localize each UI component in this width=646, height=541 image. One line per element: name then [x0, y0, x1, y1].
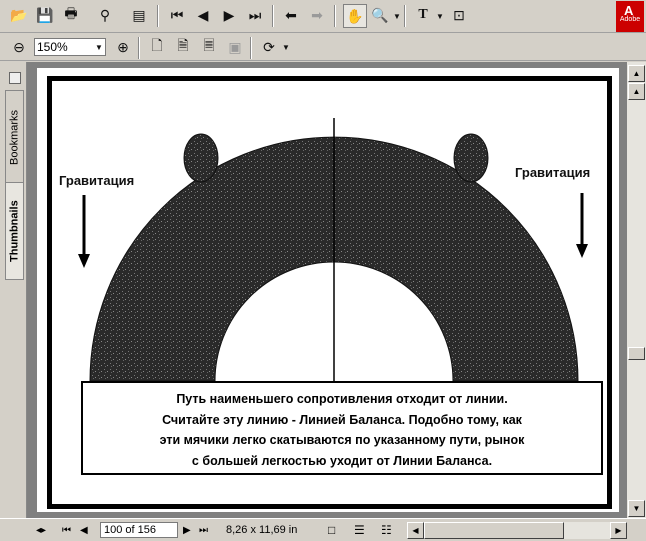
tab-bookmarks[interactable]: Bookmarks: [5, 90, 24, 184]
zoom-tool-dropdown-icon[interactable]: ▼: [393, 12, 401, 21]
zoom-out-icon[interactable]: ⊖: [8, 36, 30, 58]
horizontal-scrollbar[interactable]: ◀ ▶: [407, 522, 627, 539]
facing-layout-icon[interactable]: ☷: [381, 523, 392, 537]
caption-line: Считайте эту линию - Линией Баланса. Под…: [162, 412, 522, 427]
tab-thumbnails[interactable]: Thumbnails: [5, 182, 24, 280]
status-last-page-icon[interactable]: ⏭: [199, 523, 208, 537]
navigation-panel-tabs: Bookmarks Thumbnails: [0, 62, 27, 518]
vertical-scrollbar[interactable]: ▲ ▲ ▼: [627, 62, 646, 518]
right-arrow: [576, 193, 588, 258]
continuous-layout-icon[interactable]: ☰: [354, 523, 365, 537]
status-bar: ◂▸ ⏮ ◀ 100 of 156 ▶ ⏭ 8,26 x 11,69 in □ …: [0, 518, 646, 541]
go-back-icon[interactable]: ⬅: [280, 4, 302, 26]
toolbar-separator: [250, 37, 252, 59]
left-arrow: [78, 195, 90, 268]
zoom-in-icon[interactable]: ⊕: [112, 36, 134, 58]
next-page-icon[interactable]: ▶: [218, 4, 240, 26]
toolbar-separator: [404, 5, 406, 27]
previous-page-icon[interactable]: ◀: [192, 4, 214, 26]
status-previous-page-icon[interactable]: ◀: [80, 523, 88, 537]
select-tool-dropdown-icon[interactable]: ▼: [436, 12, 444, 21]
last-page-icon[interactable]: ⏭: [244, 4, 266, 26]
left-ball: [183, 133, 219, 183]
horizontal-scroll-thumb[interactable]: [424, 522, 564, 539]
scroll-left-arrow-icon[interactable]: ◀: [407, 522, 424, 539]
document-view[interactable]: Гравитация Гравитация Путь наименьшего с…: [27, 62, 627, 518]
right-ball: [453, 133, 489, 183]
find-binoculars-icon[interactable]: ⚲: [94, 4, 116, 26]
zoom-in-tool-icon[interactable]: 🔍: [369, 4, 391, 26]
show-hide-navigation-icon[interactable]: ▤: [128, 4, 150, 26]
adobe-a-icon: A: [624, 3, 634, 18]
rotate-dropdown-icon[interactable]: ▼: [282, 43, 290, 52]
previous-page-arrow-icon[interactable]: ▲: [628, 83, 645, 100]
view-toolbar: ⊖ 150% ▼ ⊕ 🗋 🗎 🗏 ▣ ⟳ ▼: [0, 33, 646, 61]
toolbar-separator: [334, 5, 336, 27]
toolbar-separator: [157, 5, 159, 27]
toolbar-separator: [272, 5, 274, 27]
status-next-page-icon[interactable]: ▶: [183, 523, 191, 537]
fit-width-icon[interactable]: 🗏: [198, 36, 220, 58]
pdf-page: Гравитация Гравитация Путь наименьшего с…: [37, 68, 619, 512]
scroll-right-arrow-icon[interactable]: ▶: [610, 522, 627, 539]
print-icon[interactable]: 🖶: [60, 4, 82, 26]
first-page-icon[interactable]: ⏮: [166, 4, 188, 26]
status-first-page-icon[interactable]: ⏮: [62, 523, 71, 537]
caption-line: эти мячики легко скатываются по указанно…: [159, 433, 525, 447]
page-size-readout: 8,26 x 11,69 in: [226, 524, 298, 536]
page-number-field[interactable]: 100 of 156: [100, 522, 178, 538]
open-folder-icon[interactable]: 📂: [8, 4, 30, 26]
single-page-layout-icon[interactable]: □: [328, 523, 335, 537]
scroll-up-arrow-icon[interactable]: ▲: [628, 65, 645, 82]
fit-page-icon[interactable]: 🗎: [172, 36, 194, 58]
adobe-logo[interactable]: A Adobe: [616, 1, 644, 32]
tab-thumbnails-label: Thumbnails: [8, 200, 21, 262]
actual-size-icon[interactable]: 🗋: [146, 36, 168, 58]
toggle-panel-icon[interactable]: ◂▸: [36, 523, 46, 537]
snapshot-tool-icon[interactable]: ⊡: [448, 4, 470, 26]
go-forward-icon[interactable]: ➡: [306, 4, 328, 26]
diagram-caption: Путь наименьшего сопротивления отходит о…: [81, 381, 603, 475]
gravity-label-right: Гравитация: [515, 165, 591, 180]
hand-tool-icon[interactable]: ✋: [343, 4, 367, 28]
fit-visible-icon[interactable]: ▣: [224, 36, 246, 58]
save-icon[interactable]: 💾: [34, 4, 56, 26]
panel-menu-icon[interactable]: [9, 72, 21, 84]
gravity-label-left: Гравитация: [59, 173, 135, 188]
main-toolbar: 📂 💾 🖶 ⚲ ▤ ⏮ ◀ ▶ ⏭ ⬅ ➡ ✋ 🔍 ▼ T ▼ ⊡ A Adob…: [0, 0, 646, 33]
toolbar-separator: [138, 37, 140, 59]
caption-line: Путь наименьшего сопротивления отходит о…: [176, 392, 508, 406]
zoom-level-dropdown-icon[interactable]: ▼: [95, 43, 103, 52]
tab-bookmarks-label: Bookmarks: [8, 109, 21, 165]
caption-line: с большей легкостью уходит от Линии Бала…: [191, 453, 493, 468]
rotate-view-icon[interactable]: ⟳: [258, 36, 280, 58]
vertical-scroll-thumb[interactable]: [628, 347, 645, 360]
text-select-tool-icon[interactable]: T: [412, 4, 434, 26]
scroll-down-arrow-icon[interactable]: ▼: [628, 500, 645, 517]
